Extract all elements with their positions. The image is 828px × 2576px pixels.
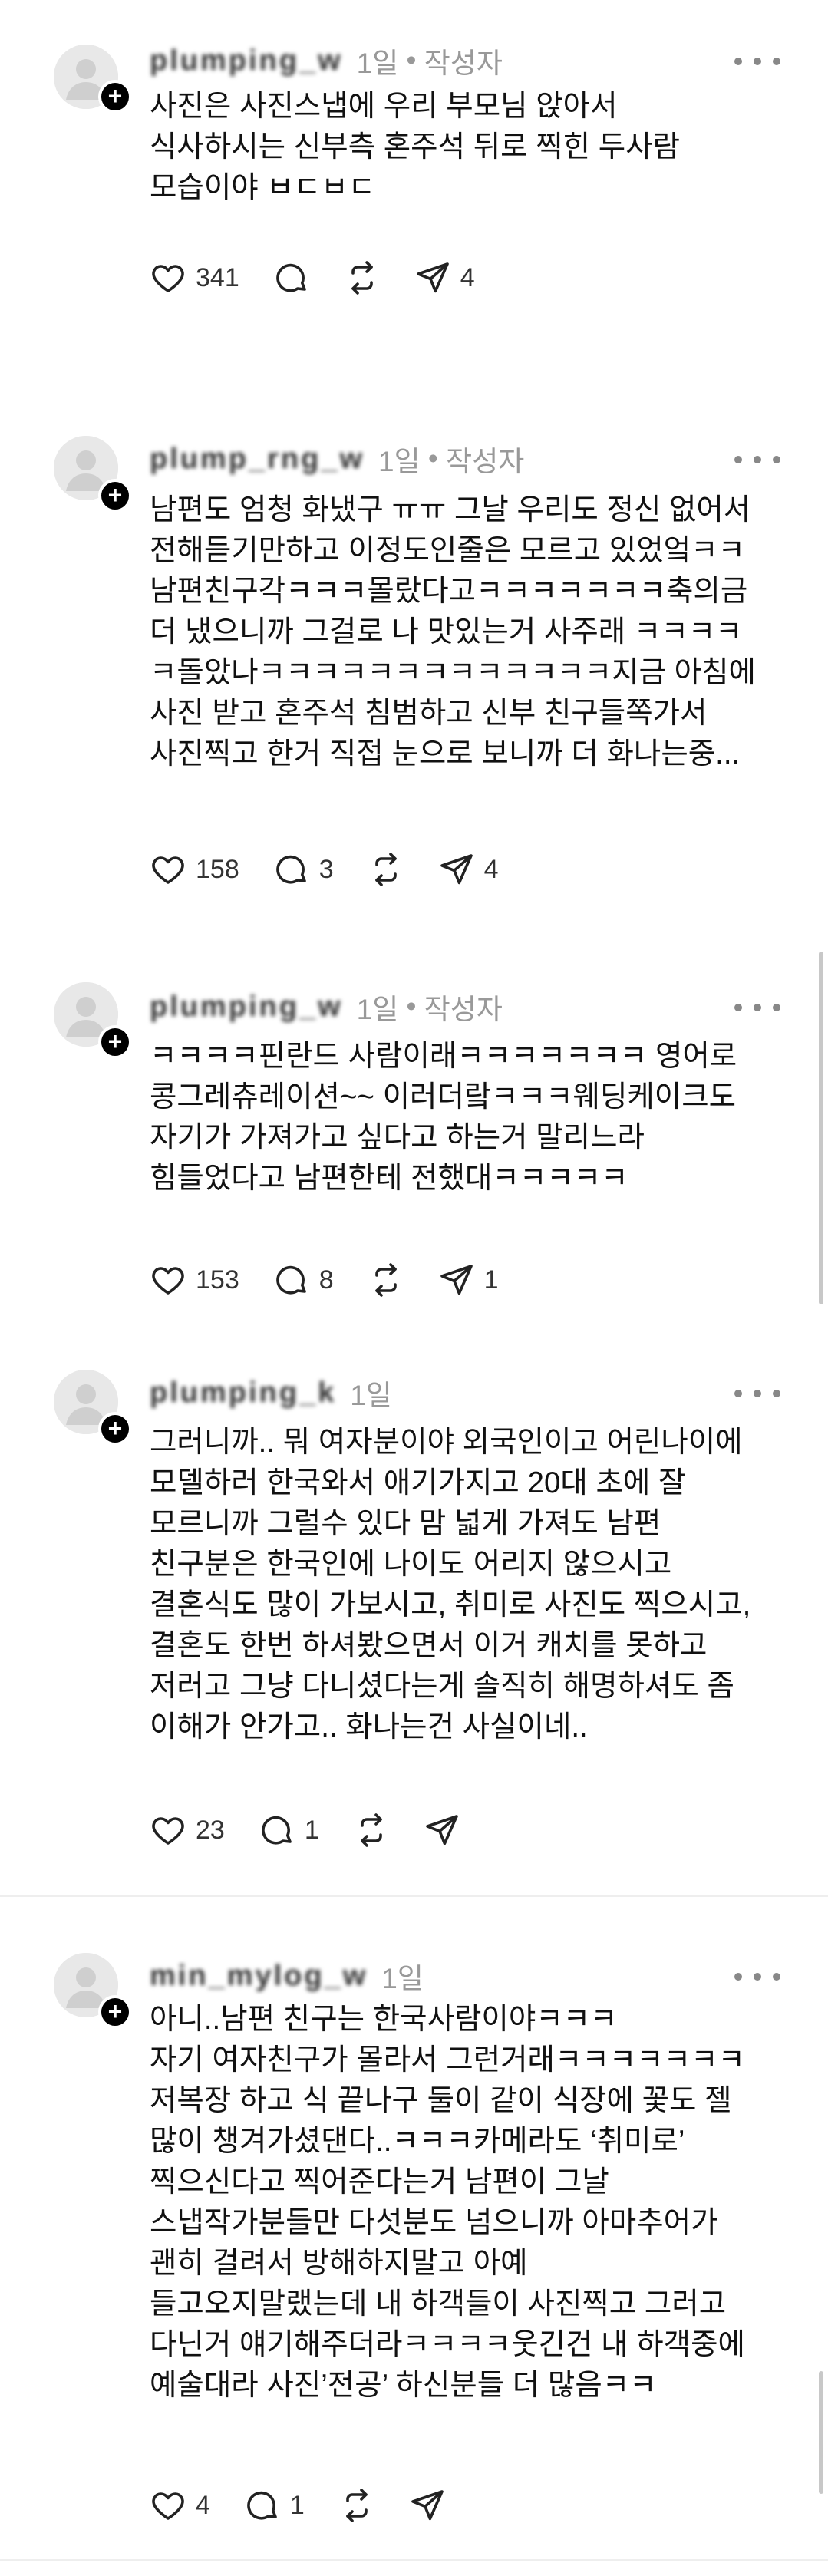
like-count: 158 [196, 854, 239, 884]
share-icon [414, 259, 451, 296]
like-icon [150, 259, 186, 296]
like-button[interactable]: 153 [150, 1262, 239, 1298]
repost-button[interactable] [368, 851, 404, 888]
scrollbar-lower[interactable] [819, 2371, 823, 2494]
like-icon [150, 2487, 186, 2524]
follow-plus-icon[interactable]: + [98, 1025, 132, 1059]
reply-count: 1 [289, 2490, 305, 2520]
reply-button[interactable]: 3 [273, 851, 334, 888]
repost-icon [338, 2487, 375, 2524]
follow-plus-icon[interactable]: + [98, 1995, 132, 2029]
timestamp: 1일 [356, 994, 399, 1025]
reply-icon [273, 1262, 310, 1298]
reply-button[interactable]: 1 [259, 1812, 319, 1849]
reply-icon [273, 851, 310, 888]
more-options-icon[interactable] [734, 452, 780, 467]
like-icon [150, 851, 186, 888]
repost-button[interactable] [344, 259, 381, 296]
username[interactable]: plumping_k [150, 1377, 336, 1410]
more-options-icon[interactable] [734, 54, 780, 69]
share-count: 1 [483, 1265, 499, 1295]
reply-count: 1 [304, 1815, 319, 1845]
like-icon [150, 1812, 186, 1849]
like-button[interactable]: 4 [150, 2487, 210, 2524]
reply-icon [273, 259, 310, 296]
share-button[interactable] [409, 2487, 446, 2524]
like-icon [150, 1262, 186, 1298]
author-tag: 작성자 [424, 48, 503, 79]
action-bar: 153 8 1 [150, 1257, 533, 1303]
comment-text: 남편도 엄청 화냈구 ㅠㅠ 그날 우리도 정신 없어서 전해듣기만하고 이정도인… [150, 493, 756, 770]
like-count: 23 [196, 1815, 225, 1845]
repost-button[interactable] [338, 2487, 375, 2524]
reply-button[interactable]: 8 [273, 1262, 334, 1298]
follow-plus-icon[interactable]: + [98, 479, 132, 513]
repost-icon [353, 1812, 390, 1849]
reply-icon [259, 1812, 295, 1849]
author-tag: 작성자 [424, 994, 503, 1025]
scrollbar[interactable] [819, 952, 823, 1304]
action-bar: 158 3 4 [150, 846, 533, 892]
timestamp: 1일 [356, 48, 399, 79]
repost-icon [344, 259, 381, 296]
author-tag-separator: • [420, 443, 447, 474]
username[interactable]: plumping_w [150, 991, 343, 1024]
share-button[interactable]: 4 [438, 851, 499, 888]
divider [0, 1895, 828, 1897]
timestamp: 1일 [381, 1963, 424, 1994]
share-button[interactable]: 1 [438, 1262, 499, 1298]
comment-text: 사진은 사진스냅에 우리 부모님 앉아서 식사하시는 신부측 혼주석 뒤로 찍힌… [150, 90, 681, 204]
like-count: 153 [196, 1265, 239, 1295]
action-bar: 23 1 [150, 1807, 494, 1853]
share-icon [424, 1812, 460, 1849]
like-count: 4 [196, 2490, 210, 2520]
timestamp: 1일 [378, 446, 421, 477]
author-tag-separator: • [398, 991, 424, 1022]
share-count: 4 [483, 854, 499, 884]
like-button[interactable]: 341 [150, 259, 239, 296]
username[interactable]: plumping_w [150, 45, 343, 78]
like-button[interactable]: 23 [150, 1812, 225, 1849]
more-options-icon[interactable] [734, 1386, 780, 1401]
repost-icon [368, 1262, 404, 1298]
repost-icon [368, 851, 404, 888]
repost-button[interactable] [368, 1262, 404, 1298]
action-bar: 41 [150, 2482, 480, 2528]
comment-header: plumping_w 1일 • 작성자 [150, 988, 503, 1026]
comment-text: 아니..남편 친구는 한국사람이야ㅋㅋㅋ 자기 여자친구가 몰라서 그런거래ㅋㅋ… [150, 2003, 745, 2402]
comment-header: plump_rng_w 1일 • 작성자 [150, 440, 524, 478]
share-icon [438, 851, 475, 888]
share-button[interactable]: 4 [414, 259, 475, 296]
like-count: 341 [196, 262, 239, 292]
reply-icon [244, 2487, 281, 2524]
comment-header: plumping_k 1일 [150, 1374, 392, 1412]
username[interactable]: min_mylog_w [150, 1960, 368, 1993]
share-count: 4 [460, 262, 475, 292]
author-tag: 작성자 [446, 446, 525, 477]
reply-count: 8 [318, 1265, 334, 1295]
reply-count: 3 [318, 854, 334, 884]
follow-plus-icon[interactable]: + [98, 80, 132, 114]
comment-header: min_mylog_w 1일 [150, 1957, 424, 1995]
like-button[interactable]: 158 [150, 851, 239, 888]
share-button[interactable] [424, 1812, 460, 1849]
reply-button[interactable] [273, 259, 310, 296]
comment-header: plumping_w 1일 • 작성자 [150, 41, 503, 80]
reply-button[interactable]: 1 [244, 2487, 305, 2524]
more-options-icon[interactable] [734, 1000, 780, 1015]
share-icon [409, 2487, 446, 2524]
repost-button[interactable] [353, 1812, 390, 1849]
follow-plus-icon[interactable]: + [98, 1412, 132, 1446]
more-options-icon[interactable] [734, 1969, 780, 1984]
comment-text: 그러니까.. 뭐 여자분이야 외국인이고 어린나이에 모델하러 한국와서 애기가… [150, 1426, 751, 1743]
username[interactable]: plump_rng_w [150, 443, 365, 476]
divider [0, 2559, 828, 2561]
author-tag-separator: • [398, 45, 424, 76]
timestamp: 1일 [350, 1380, 392, 1411]
share-icon [438, 1262, 475, 1298]
comment-text: ㅋㅋㅋㅋ핀란드 사람이래ㅋㅋㅋㅋㅋㅋㅋ 영어로 콩그레츄레이션~~ 이러더랔ㅋㅋ… [150, 1040, 737, 1195]
action-bar: 341 4 [150, 255, 509, 301]
